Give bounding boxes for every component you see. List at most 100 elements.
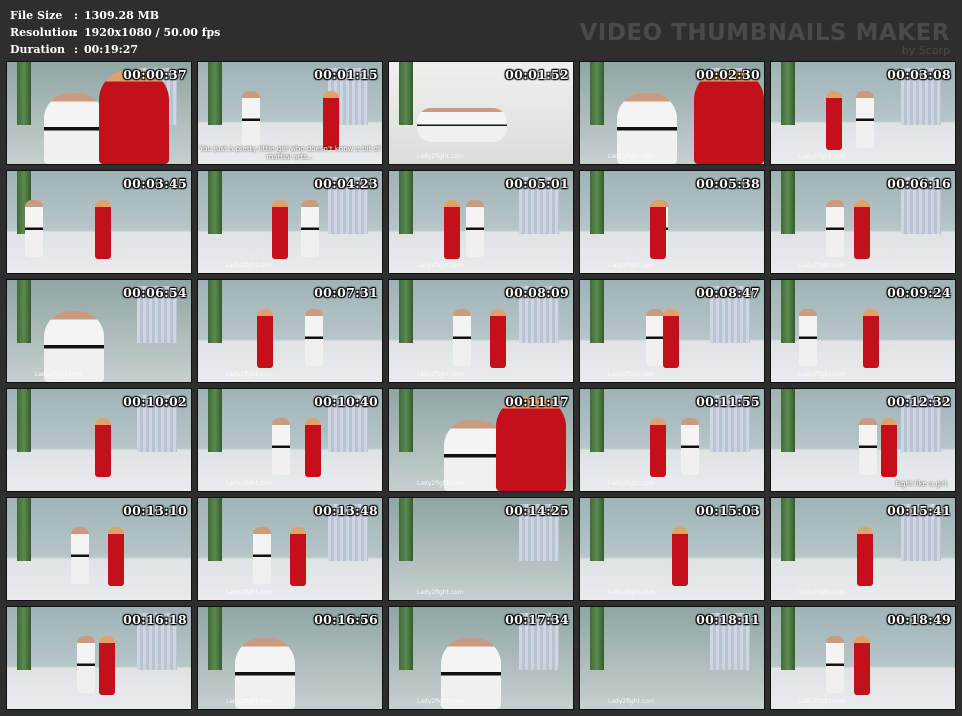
site-watermark: Lady2fight.com: [226, 698, 273, 705]
video-thumbnail[interactable]: 00:16:18: [6, 606, 192, 710]
video-thumbnail[interactable]: 00:12:32 Fight like a girl.: [770, 388, 956, 492]
video-thumbnail[interactable]: 00:16:56 Lady2fight.com: [197, 606, 383, 710]
figure-white-gi: [253, 526, 272, 584]
thumbnail-timestamp: 00:13:10: [123, 503, 187, 518]
figure-red-suit: [672, 526, 688, 586]
figure-red-suit: [95, 417, 112, 477]
video-thumbnail[interactable]: 00:01:52 Lady2fight.com: [388, 61, 574, 165]
figure-red-suit: [863, 308, 879, 368]
video-thumbnail[interactable]: 00:13:10: [6, 497, 192, 601]
figure-white-gi: [859, 417, 878, 475]
figure-red-suit: [826, 90, 843, 150]
video-thumbnail[interactable]: 00:03:45: [6, 170, 192, 274]
figure-white-gi: [301, 199, 320, 257]
brand-title: VIDEO THUMBNAILS MAKER: [579, 20, 950, 46]
video-thumbnail[interactable]: 00:01:15 You just a pretty little girl wh…: [197, 61, 383, 165]
video-thumbnail[interactable]: 00:14:25 Lady2fight.com: [388, 497, 574, 601]
site-watermark: Lady2fight.com: [799, 153, 846, 160]
thumbnail-timestamp: 00:17:34: [505, 612, 569, 627]
figure-white-gi: [76, 635, 95, 693]
site-watermark: Lady2fight.com: [417, 262, 464, 269]
scene-plant: [208, 389, 222, 453]
video-thumbnail[interactable]: 00:09:24 Lady2fight.com: [770, 279, 956, 383]
thumbnail-timestamp: 00:05:38: [696, 176, 760, 191]
figure-red-suit: [490, 308, 507, 368]
separator: :: [74, 43, 79, 56]
scene-plant: [17, 280, 31, 344]
video-thumbnail[interactable]: 00:05:01 Lady2fight.com: [388, 170, 574, 274]
thumbnail-timestamp: 00:16:18: [123, 612, 187, 627]
figure-white-gi: [855, 90, 874, 148]
site-watermark: Lady2fight.com: [608, 371, 655, 378]
video-thumbnail[interactable]: 00:18:11 Lady2fight.com: [579, 606, 765, 710]
video-thumbnail[interactable]: 00:04:23 Lady2fight.com: [197, 170, 383, 274]
video-thumbnail[interactable]: 00:00:37: [6, 61, 192, 165]
site-watermark: Lady2fight.com: [417, 153, 464, 160]
figure-red-suit: [99, 635, 115, 695]
video-thumbnail[interactable]: 00:17:34 Lady2fight.com: [388, 606, 574, 710]
figure-red-suit: [495, 397, 566, 491]
scene-plant: [781, 389, 795, 453]
figure-red-suit: [256, 308, 273, 368]
figure-red-suit: [857, 526, 874, 586]
scene-plant: [399, 498, 413, 562]
scene-plant: [208, 607, 222, 671]
video-thumbnail[interactable]: 00:18:49 Lady2fight.com: [770, 606, 956, 710]
video-thumbnail[interactable]: 00:10:40 Lady2fight.com: [197, 388, 383, 492]
video-thumbnail[interactable]: 00:11:55 Lady2fight.com: [579, 388, 765, 492]
scene-plant: [399, 171, 413, 235]
figure-white-gi: [304, 308, 323, 366]
scene-plant: [590, 607, 604, 671]
scene-plant: [590, 389, 604, 453]
thumbnail-timestamp: 00:13:48: [314, 503, 378, 518]
site-watermark: Lady2fight.com: [226, 480, 273, 487]
file-size-value: 1309.28 MB: [84, 9, 160, 22]
scene-plant: [17, 498, 31, 562]
video-thumbnail[interactable]: 00:08:09 Lady2fight.com: [388, 279, 574, 383]
figure-red-suit: [99, 70, 169, 164]
scene-plant: [17, 62, 31, 126]
site-watermark: Lady2fight.com: [608, 698, 655, 705]
figure-white-gi: [798, 308, 817, 366]
scene-plant: [590, 171, 604, 235]
figure-white-gi: [71, 526, 90, 584]
resolution-label: Resolution: [10, 26, 77, 39]
video-thumbnail[interactable]: 00:15:03 Lady2fight.com: [579, 497, 765, 601]
video-thumbnail[interactable]: 00:06:16 Lady2fight.com: [770, 170, 956, 274]
figure-white-gi: [25, 199, 44, 257]
thumbnail-timestamp: 00:15:41: [887, 503, 951, 518]
thumbnail-grid: 00:00:37 00:01:15 You just a pretty little…: [6, 61, 956, 710]
scene-plant: [781, 171, 795, 235]
site-watermark: Lady2fight.com: [226, 371, 273, 378]
video-thumbnail[interactable]: 00:08:47 Lady2fight.com: [579, 279, 765, 383]
thumbnail-timestamp: 00:03:45: [123, 176, 187, 191]
figure-red-suit: [649, 199, 666, 259]
site-watermark: Lady2fight.com: [226, 589, 273, 596]
video-thumbnail[interactable]: 00:03:08 Lady2fight.com: [770, 61, 956, 165]
thumbnail-timestamp: 00:09:24: [887, 285, 951, 300]
video-thumbnail[interactable]: 00:07:31 Lady2fight.com: [197, 279, 383, 383]
figure-red-suit: [108, 526, 125, 586]
video-thumbnail[interactable]: 00:11:17 Lady2fight.com: [388, 388, 574, 492]
thumbnail-subtitle: You just a pretty little girl who doesn'…: [199, 145, 381, 161]
figure-red-suit: [444, 199, 461, 259]
figure-red-suit: [95, 199, 112, 259]
figure-white-gi: [416, 107, 507, 142]
video-thumbnail[interactable]: 00:15:41 Lady2fight.com: [770, 497, 956, 601]
scene-plant: [208, 171, 222, 235]
figure-red-suit: [304, 417, 321, 477]
video-thumbnail[interactable]: 00:13:48 Lady2fight.com: [197, 497, 383, 601]
thumbnail-subtitle: Fight like a girl.: [895, 480, 950, 488]
thumbnail-timestamp: 00:11:55: [696, 394, 760, 409]
thumbnail-timestamp: 00:08:47: [696, 285, 760, 300]
video-thumbnail[interactable]: 00:06:54 Lady2fight.com: [6, 279, 192, 383]
figure-white-gi: [826, 635, 845, 693]
video-thumbnail[interactable]: 00:05:38 Lady2fight.com: [579, 170, 765, 274]
video-thumbnail[interactable]: 00:02:30 Lady2fight.com: [579, 61, 765, 165]
video-thumbnail[interactable]: 00:10:02: [6, 388, 192, 492]
scene-plant: [208, 498, 222, 562]
figure-red-suit: [694, 70, 764, 164]
scene-plant: [399, 62, 413, 126]
thumbnail-timestamp: 00:02:30: [696, 67, 760, 82]
figure-red-suit: [649, 417, 666, 477]
